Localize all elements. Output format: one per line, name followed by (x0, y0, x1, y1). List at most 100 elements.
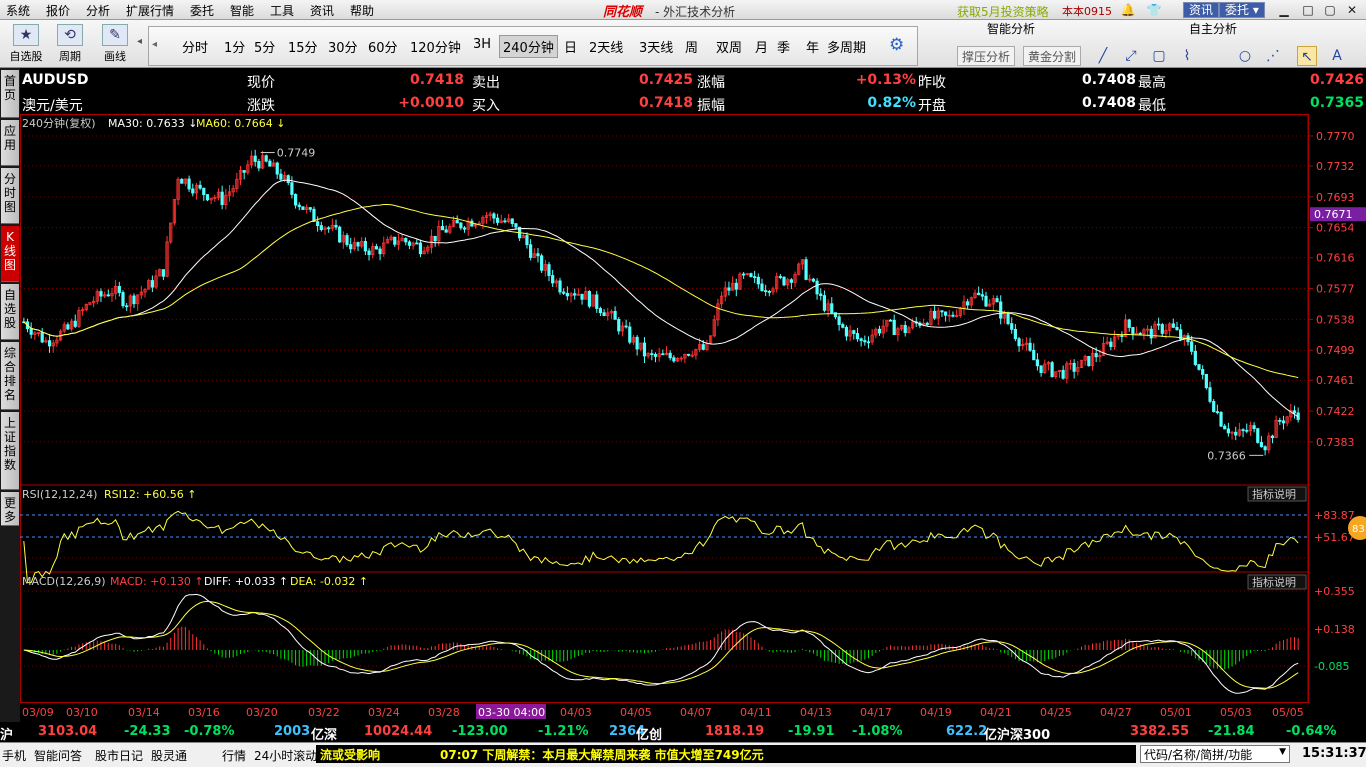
bell-icon[interactable]: 🔔 (1120, 2, 1136, 18)
candle-body (514, 223, 518, 228)
candle-body (841, 324, 845, 328)
channel-tool-icon[interactable]: ⌇ (1177, 46, 1197, 66)
menu-8[interactable]: 帮助 (350, 2, 374, 19)
candle-body (492, 213, 496, 219)
settings-gear-icon[interactable]: ⚙ (889, 35, 904, 55)
ma30-label: MA30: 0.7633 ↓ (108, 117, 197, 130)
bottom-item-0[interactable]: 手机 (2, 747, 26, 764)
rect-tool-icon[interactable]: ▢ (1149, 46, 1169, 66)
chart-frame (20, 114, 1309, 703)
font-icon[interactable]: A (1327, 46, 1347, 66)
menu-1[interactable]: 报价 (46, 2, 70, 19)
menu-0[interactable]: 系统 (6, 2, 30, 19)
restore-icon[interactable]: □ (1300, 2, 1316, 18)
bottom-item-1[interactable]: 智能问答 (34, 747, 82, 764)
kline-chart[interactable]: 0.7770 0.7732 0.7693 0.7654 0.7616 0.7577 0.75… (20, 114, 1366, 720)
side-tab-5[interactable]: 综合排名 (1, 342, 19, 410)
side-tab-2[interactable]: 分时图 (1, 168, 19, 224)
menu-6[interactable]: 工具 (270, 2, 294, 19)
period-14[interactable]: 月 (755, 37, 768, 56)
candle-body (1201, 369, 1205, 375)
candle-body (1175, 326, 1179, 331)
period-4[interactable]: 30分 (328, 37, 358, 56)
period-11[interactable]: 3天线 (639, 37, 673, 56)
menu-7[interactable]: 资讯 (310, 2, 334, 19)
side-tab-6[interactable]: 上证指数 (1, 412, 19, 490)
period-6[interactable]: 120分钟 (410, 37, 461, 56)
period-2[interactable]: 5分 (254, 37, 275, 56)
collapse-arrow-icon[interactable]: ◂ (137, 36, 142, 47)
period-7[interactable]: 3H (473, 37, 491, 52)
tool-star-button[interactable]: ★ 自选股 (8, 22, 44, 66)
quote-value-row1-0: 0.7418 (409, 72, 464, 88)
menu-5[interactable]: 智能 (230, 2, 254, 19)
news-button[interactable]: 资讯 (1183, 2, 1220, 18)
bottom-item-4[interactable]: 行情 (222, 747, 246, 764)
period-1[interactable]: 1分 (224, 37, 245, 56)
index-status-7: -123.00 (452, 724, 508, 739)
search-input[interactable]: 代码/名称/简拼/功能 ▼ (1140, 745, 1290, 763)
candle-body (984, 295, 988, 307)
trade-button[interactable]: 委托 ▾ (1219, 2, 1265, 18)
tool-pencil-button[interactable]: ✎ 画线 (97, 22, 133, 66)
menu-3[interactable]: 扩展行情 (126, 2, 174, 19)
segment-tool-icon[interactable]: ⤢ (1121, 46, 1141, 66)
period-15[interactable]: 季 (777, 37, 790, 56)
period-selector: 分时 1分 5分 15分 30分 60分 120分钟 3H 240分钟日 2天线 3天线周双周月季年… (148, 26, 918, 66)
tab-char: 合 (3, 360, 16, 374)
circle-tool-icon[interactable]: ○ (1235, 46, 1255, 66)
line-tool-icon[interactable]: ╱ (1093, 46, 1113, 66)
candle-body (782, 276, 786, 286)
promo-link[interactable]: 获取5月投资策略 (957, 3, 1049, 20)
close-icon[interactable]: ✕ (1344, 2, 1360, 18)
rsi-label: RSI(12,12,24) (22, 488, 97, 501)
search-dropdown-icon[interactable]: ▼ (1279, 747, 1286, 757)
tab-char: 上 (3, 416, 16, 430)
side-tab-3[interactable]: K线图 (1, 226, 19, 282)
side-tab-0[interactable]: 首页 (1, 70, 19, 118)
price-tick-label: 0.7693 (1316, 191, 1355, 204)
support-analysis-button[interactable]: 撑压分析 (957, 46, 1016, 66)
period-10[interactable]: 2天线 (589, 37, 623, 56)
side-tab-1[interactable]: 应用 (1, 120, 19, 166)
candle-body (628, 326, 632, 343)
tool-cycle-button[interactable]: ⟲ 周期 (52, 22, 88, 66)
candle-body (1013, 328, 1017, 340)
candle-body (1197, 364, 1201, 370)
period-0[interactable]: 分时 (182, 37, 208, 56)
bottom-item-5[interactable]: 24小时滚动 (254, 747, 317, 764)
bottom-item-3[interactable]: 股灵通 (151, 747, 187, 764)
candle-body (205, 194, 210, 201)
menu-2[interactable]: 分析 (86, 2, 110, 19)
date-label: 04/25 (1040, 706, 1072, 719)
period-17[interactable]: 多周期 (827, 37, 866, 56)
side-tab-7[interactable]: 更多 (1, 492, 19, 526)
bottom-item-2[interactable]: 股市日记 (95, 747, 143, 764)
period-13[interactable]: 双周 (716, 37, 742, 56)
candle-body (1256, 428, 1260, 443)
chart-area[interactable]: 0.7770 0.7732 0.7693 0.7654 0.7616 0.7577 0.75… (20, 114, 1366, 720)
candle-body (1281, 420, 1286, 424)
golden-split-button[interactable]: 黄金分割 (1023, 46, 1082, 66)
period-9[interactable]: 日 (564, 37, 577, 56)
maximize-icon[interactable]: ▢ (1322, 2, 1338, 18)
cursor-icon[interactable]: ↖ (1297, 46, 1317, 66)
period-5[interactable]: 60分 (368, 37, 398, 56)
tool-label: 自选股 (9, 50, 43, 63)
fib-tool-icon[interactable]: ⋰ (1263, 46, 1283, 66)
index-status-bar: 沪 3103.04 -24.33 -0.78% 2003 亿深 10024.44 -123.0… (0, 722, 1366, 743)
news-ticker[interactable]: 流或受影响 07:07 下周解禁：本月最大解禁周来袭 市值大增至749亿元 (316, 745, 1136, 763)
indicator-help-button[interactable]: 指标说明 (1247, 486, 1307, 502)
scroll-left-icon[interactable]: ◂ (152, 39, 157, 50)
period-16[interactable]: 年 (806, 37, 819, 56)
side-tabs: 首页应用分时图 K线图自选股综合排名上证指数更多 (0, 68, 20, 740)
candle-body (356, 242, 360, 247)
minimize-icon[interactable]: ▁ (1276, 2, 1292, 18)
indicator-help-button-2[interactable]: 指标说明 (1247, 574, 1307, 590)
period-12[interactable]: 周 (685, 37, 698, 56)
menu-4[interactable]: 委托 (190, 2, 214, 19)
period-8[interactable]: 240分钟 (499, 35, 558, 58)
side-tab-4[interactable]: 自选股 (1, 284, 19, 340)
period-3[interactable]: 15分 (288, 37, 318, 56)
shirt-icon[interactable]: 👕 (1146, 2, 1162, 18)
